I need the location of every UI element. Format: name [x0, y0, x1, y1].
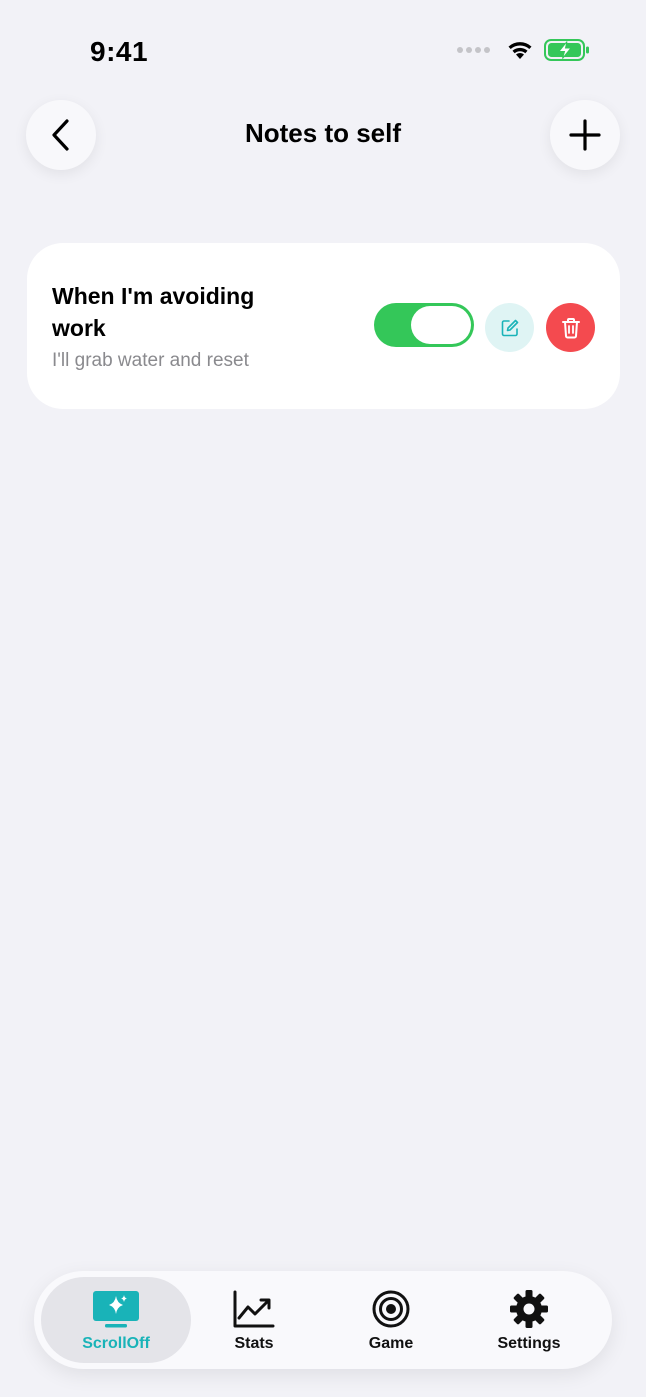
tab-game[interactable]: Game	[316, 1277, 466, 1363]
tab-bar: ScrollOff Stats Game Settings	[34, 1271, 612, 1369]
note-title: When I'm avoiding work	[52, 283, 255, 341]
edit-note-button[interactable]	[485, 303, 534, 352]
plus-icon	[569, 119, 601, 151]
tab-label: Settings	[497, 1335, 561, 1352]
add-note-button[interactable]	[550, 100, 620, 170]
note-subtitle: I'll grab water and reset	[52, 350, 249, 371]
note-enabled-toggle[interactable]	[374, 303, 474, 347]
tab-label: Game	[368, 1335, 414, 1352]
status-time: 9:41	[90, 36, 149, 67]
tab-label: Stats	[234, 1335, 274, 1352]
tab-scrolloff[interactable]: ScrollOff	[41, 1277, 191, 1363]
battery-charging-icon	[544, 39, 589, 61]
cellular-signal-icon	[457, 47, 490, 53]
wifi-icon	[508, 42, 532, 59]
chart-trend-icon	[233, 1289, 275, 1329]
edit-icon	[501, 319, 518, 336]
tab-label: ScrollOff	[82, 1335, 150, 1352]
trash-icon	[561, 317, 580, 338]
sparkle-monitor-icon	[92, 1289, 140, 1329]
status-icons	[457, 38, 590, 62]
gear-icon	[509, 1289, 549, 1329]
toggle-knob	[411, 306, 471, 344]
tab-settings[interactable]: Settings	[454, 1277, 604, 1363]
delete-note-button[interactable]	[546, 303, 595, 352]
target-icon	[371, 1289, 411, 1329]
note-card[interactable]: When I'm avoiding work I'll grab water a…	[27, 243, 620, 409]
tab-stats[interactable]: Stats	[179, 1277, 329, 1363]
